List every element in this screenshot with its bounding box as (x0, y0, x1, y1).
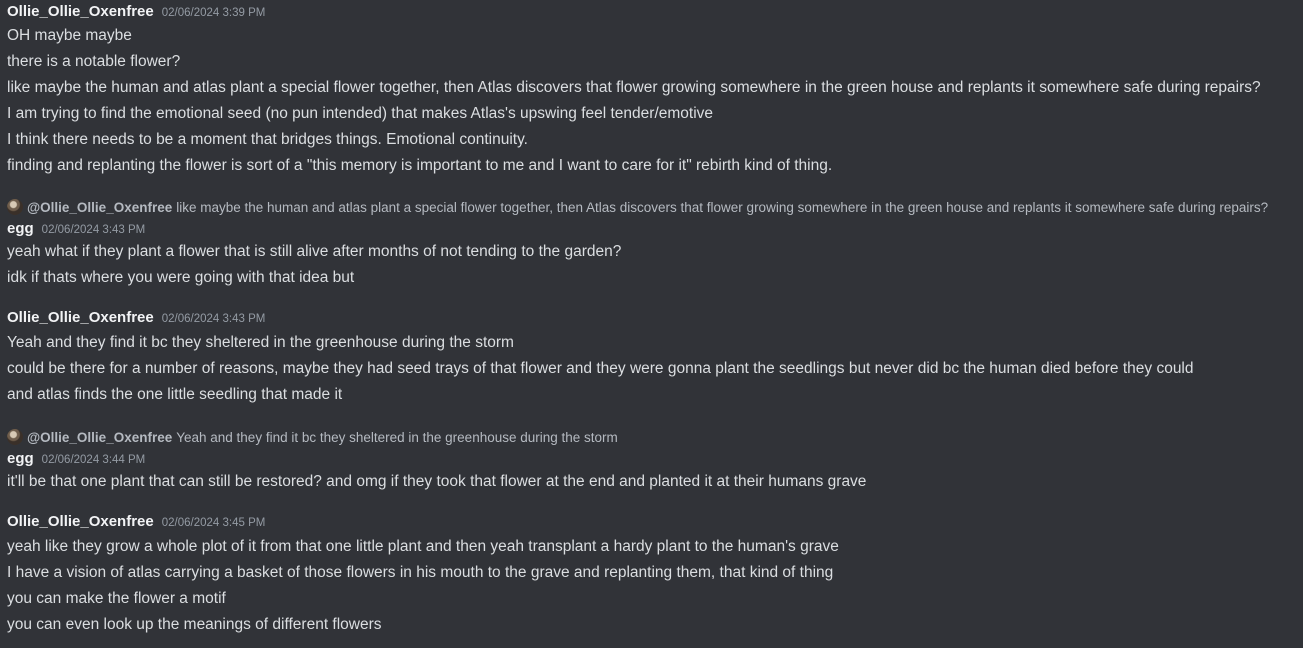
message-line: it'll be that one plant that can still b… (7, 473, 867, 490)
message-line: finding and replanting the flower is sor… (7, 157, 833, 174)
message-line: could be there for a number of reasons, … (7, 360, 1194, 377)
username[interactable]: Ollie_Ollie_Oxenfree (7, 3, 154, 20)
message-line: and atlas finds the one little seedling … (7, 386, 343, 403)
reply-text[interactable]: like maybe the human and atlas plant a s… (176, 200, 1268, 215)
message-line: OH maybe maybe (7, 27, 132, 44)
message-line: there is a notable flower? (7, 53, 181, 70)
message-line: yeah what if they plant a flower that is… (7, 243, 622, 260)
reply-preview[interactable]: @Ollie_Ollie_Oxenfree like maybe the hum… (7, 198, 1268, 216)
reply-mention[interactable]: @Ollie_Ollie_Oxenfree (27, 430, 172, 445)
reply-mention[interactable]: @Ollie_Ollie_Oxenfree (27, 200, 172, 215)
message-header: Ollie_Ollie_Oxenfree 02/06/2024 3:45 PM (7, 513, 265, 535)
message-header: Ollie_Ollie_Oxenfree 02/06/2024 3:43 PM (7, 309, 265, 331)
message-line: like maybe the human and atlas plant a s… (7, 79, 1261, 96)
message-line: I am trying to find the emotional seed (… (7, 105, 714, 122)
username[interactable]: egg (7, 450, 34, 467)
message-line: I have a vision of atlas carrying a bask… (7, 564, 834, 581)
username[interactable]: egg (7, 220, 34, 237)
reply-preview[interactable]: @Ollie_Ollie_Oxenfree Yeah and they find… (7, 428, 618, 446)
message-line: Yeah and they find it bc they sheltered … (7, 334, 514, 351)
avatar-icon (7, 429, 23, 445)
timestamp[interactable]: 02/06/2024 3:44 PM (42, 454, 146, 466)
message-header: egg 02/06/2024 3:44 PM (7, 450, 145, 472)
avatar-icon (7, 199, 23, 215)
timestamp[interactable]: 02/06/2024 3:43 PM (162, 313, 266, 325)
message-line: yeah like they grow a whole plot of it f… (7, 538, 839, 555)
timestamp[interactable]: 02/06/2024 3:45 PM (162, 517, 266, 529)
username[interactable]: Ollie_Ollie_Oxenfree (7, 513, 154, 530)
timestamp[interactable]: 02/06/2024 3:43 PM (42, 224, 146, 236)
message-line: you can make the flower a motif (7, 590, 226, 607)
message-line: you can even look up the meanings of dif… (7, 616, 382, 633)
username[interactable]: Ollie_Ollie_Oxenfree (7, 309, 154, 326)
timestamp[interactable]: 02/06/2024 3:39 PM (162, 7, 266, 19)
message-line: idk if thats where you were going with t… (7, 269, 355, 286)
message-header: Ollie_Ollie_Oxenfree 02/06/2024 3:39 PM (7, 3, 265, 25)
message-line: I think there needs to be a moment that … (7, 131, 528, 148)
message-header: egg 02/06/2024 3:43 PM (7, 220, 145, 242)
reply-text[interactable]: Yeah and they find it bc they sheltered … (176, 430, 618, 445)
